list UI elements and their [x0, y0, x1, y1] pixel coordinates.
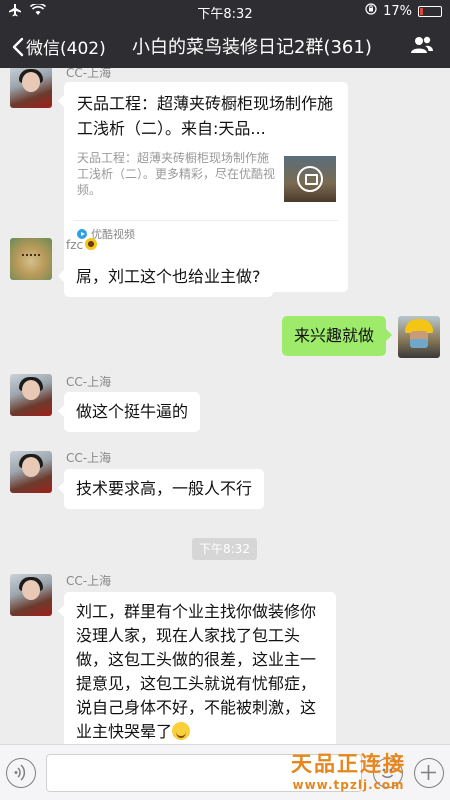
voice-icon — [14, 764, 26, 781]
watermark-url: www.tpzlj.com — [292, 778, 405, 792]
card-title: 天品工程：超薄夹砖橱柜现场制作施工浅析（二）。来自:天品... — [77, 94, 334, 138]
status-right: 17% — [365, 3, 442, 19]
chat-area[interactable]: CC-上海 天品工程：超薄夹砖橱柜现场制作施工浅析（二）。来自:天品... 天品… — [0, 68, 450, 744]
avatar-cc-shanghai[interactable] — [10, 374, 52, 416]
message-text: 刘工，群里有个业主找你做装修你没理人家，现在人家找了包工头做，这包工头做的很差，… — [76, 602, 317, 741]
status-bar: 下午8:32 17% — [0, 0, 450, 22]
sender-name: fzc — [66, 238, 98, 252]
sender-name: CC-上海 — [66, 68, 112, 80]
avatar-cc-shanghai[interactable] — [10, 68, 52, 108]
voice-input-button[interactable] — [6, 758, 36, 788]
plus-icon — [421, 765, 436, 780]
nav-bar: 微信(402) 小白的菜鸟装修日记2群(361) — [0, 22, 450, 68]
message-bubble[interactable]: 技术要求高，一般人不行 — [57, 469, 265, 509]
video-thumbnail — [284, 156, 336, 202]
message-bubble[interactable]: 屌，刘工这个也给业主做? — [58, 257, 273, 297]
watermark-brand: 天品正连接 — [291, 752, 406, 776]
battery-icon — [418, 5, 442, 17]
card-description: 天品工程：超薄夹砖橱柜现场制作施工浅析（二）。更多精彩，尽在优酷视频。 — [77, 151, 276, 197]
back-label: 微信(402) — [26, 39, 106, 59]
sender-name-text: fzc — [66, 238, 84, 252]
more-button[interactable] — [414, 758, 444, 788]
time-divider: 下午8:32 — [192, 538, 257, 560]
video-play-icon — [297, 166, 323, 192]
card-source-label: 优酷视频 — [91, 228, 135, 241]
sunflower-emoji-icon — [85, 238, 98, 250]
sender-name: CC-上海 — [66, 451, 112, 465]
back-button[interactable]: 微信(402) — [12, 34, 106, 59]
crying-emoji-icon — [172, 722, 191, 740]
rotation-lock-icon — [365, 3, 377, 19]
sender-name: CC-上海 — [66, 574, 112, 588]
battery-level — [420, 7, 423, 15]
message-bubble[interactable]: 做这个挺牛逼的 — [57, 392, 201, 432]
chat-title: 小白的菜鸟装修日记2群(361) — [132, 37, 372, 58]
group-members-icon[interactable] — [410, 35, 434, 59]
back-arrow-icon — [12, 37, 24, 56]
battery-percent: 17% — [383, 3, 412, 19]
avatar-cc-shanghai[interactable] — [10, 574, 52, 616]
sender-name: CC-上海 — [66, 375, 112, 389]
message-bubble[interactable]: 刘工，群里有个业主找你做装修你没理人家，现在人家找了包工头做，这包工头做的很差，… — [58, 592, 336, 744]
avatar-cc-shanghai[interactable] — [10, 451, 52, 493]
watermark: 天品正连接 www.tpzlj.com — [291, 748, 406, 792]
sent-message-bubble[interactable]: 来兴趣就做 — [281, 316, 393, 356]
avatar-fzc[interactable] — [10, 238, 52, 280]
avatar-me[interactable] — [398, 316, 440, 358]
